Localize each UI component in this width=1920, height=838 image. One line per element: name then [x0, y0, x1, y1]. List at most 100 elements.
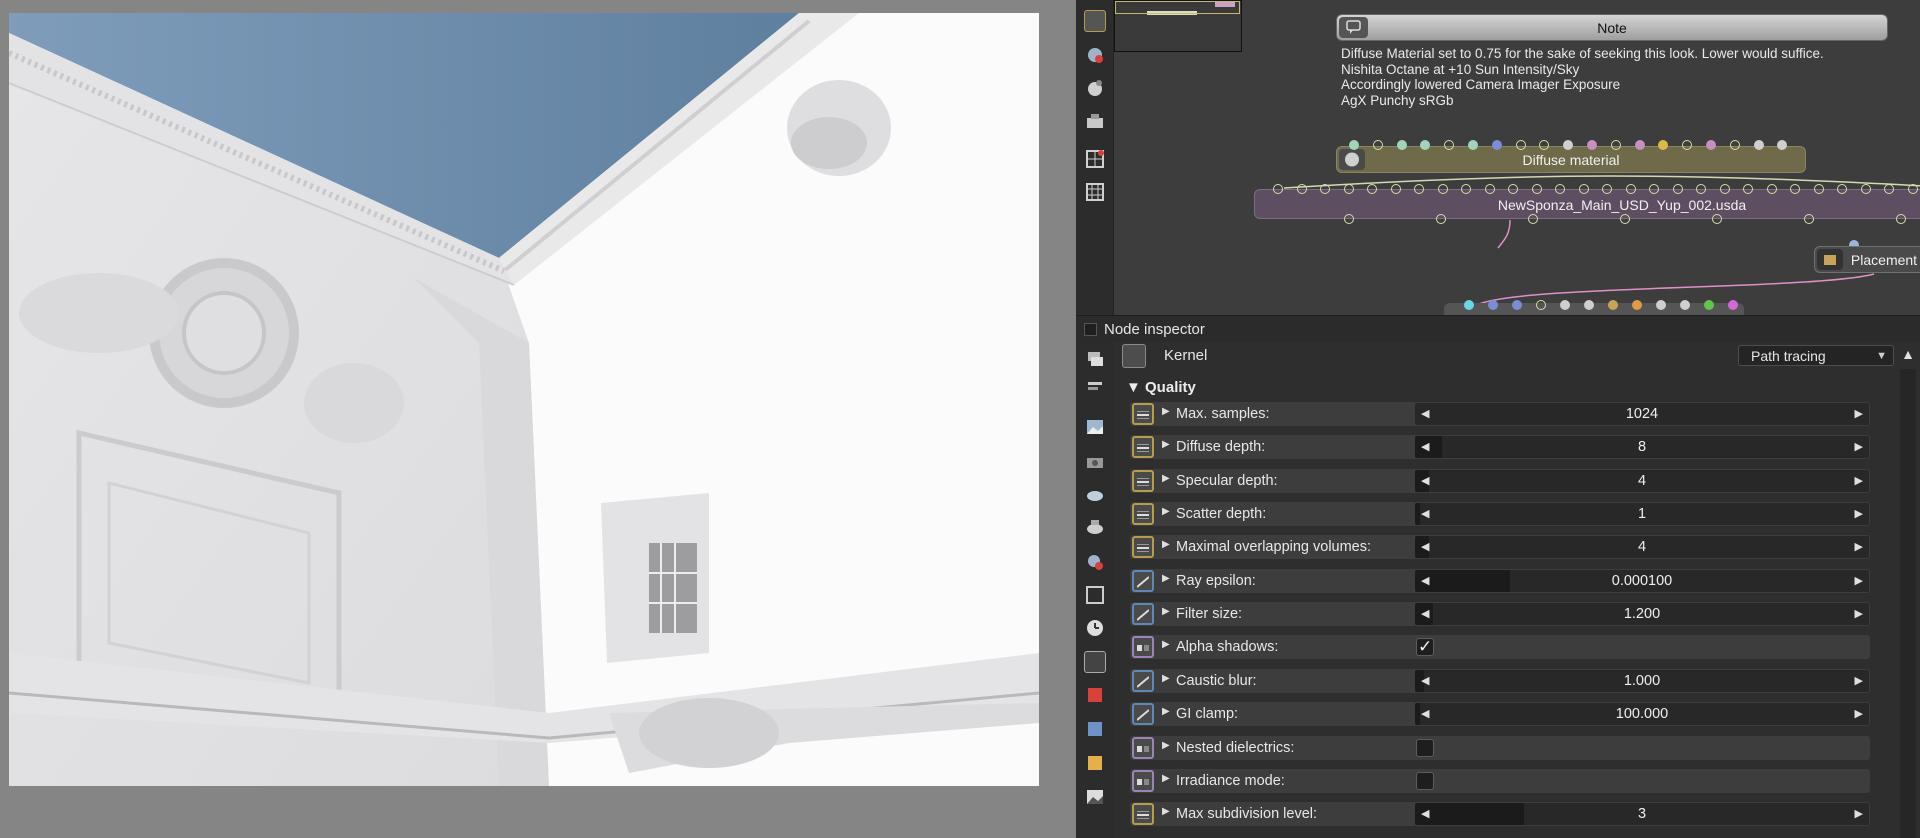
int-pin-icon[interactable]: [1132, 469, 1154, 492]
param-slider[interactable]: ◀ 1.000 ▶: [1415, 669, 1869, 692]
float-pin-icon[interactable]: [1132, 703, 1154, 726]
param-slider[interactable]: ◀ 4 ▶: [1415, 536, 1869, 559]
expand-arrow-icon[interactable]: ▶: [1162, 473, 1170, 484]
param-checkbox[interactable]: [1416, 738, 1434, 757]
expand-arrow-icon[interactable]: ▶: [1162, 740, 1170, 751]
list-icon[interactable]: [1084, 375, 1106, 397]
increment-arrow-icon[interactable]: ▶: [1855, 507, 1863, 520]
node-pin[interactable]: [1728, 300, 1738, 310]
float-pin-icon[interactable]: [1132, 669, 1154, 692]
increment-arrow-icon[interactable]: ▶: [1855, 807, 1863, 820]
int-pin-icon[interactable]: [1132, 536, 1154, 559]
float-pin-icon[interactable]: [1132, 603, 1154, 626]
yellow-cube-icon[interactable]: [1084, 752, 1106, 774]
increment-arrow-icon[interactable]: ▶: [1855, 607, 1863, 620]
param-value[interactable]: 8: [1415, 439, 1869, 455]
int-pin-icon[interactable]: [1132, 803, 1154, 826]
table-icon[interactable]: [1084, 181, 1106, 203]
param-slider[interactable]: ◀ 1024 ▶: [1415, 403, 1869, 425]
red-cube-icon[interactable]: [1084, 684, 1106, 706]
expand-arrow-icon[interactable]: ▶: [1162, 706, 1170, 717]
environment-icon[interactable]: [1084, 483, 1106, 505]
expand-arrow-icon[interactable]: ▶: [1162, 439, 1170, 450]
kernel-settings-icon[interactable]: [1084, 651, 1106, 673]
param-slider[interactable]: ◀ 1.200 ▶: [1415, 603, 1869, 626]
blue-cube-icon[interactable]: [1084, 718, 1106, 740]
node-pin[interactable]: [1464, 300, 1474, 310]
expand-arrow-icon[interactable]: ▶: [1162, 506, 1170, 517]
param-slider[interactable]: ◀ 0.000100 ▶: [1415, 569, 1869, 592]
grid-icon[interactable]: [1084, 148, 1106, 170]
float-pin-icon[interactable]: [1132, 569, 1154, 592]
param-slider[interactable]: ◀ 3 ▶: [1415, 803, 1869, 826]
param-checkbox[interactable]: [1416, 771, 1434, 790]
param-value[interactable]: 4: [1415, 473, 1869, 489]
placement-node[interactable]: Placement: [1814, 246, 1920, 273]
expand-arrow-icon[interactable]: ▶: [1162, 673, 1170, 684]
expand-arrow-icon[interactable]: ▶: [1162, 806, 1170, 817]
image-icon[interactable]: [1084, 416, 1106, 438]
param-value[interactable]: 1.000: [1415, 673, 1869, 689]
increment-arrow-icon[interactable]: ▶: [1855, 707, 1863, 720]
increment-arrow-icon[interactable]: ▶: [1855, 440, 1863, 453]
param-value[interactable]: 1: [1415, 506, 1869, 522]
param-value[interactable]: 1024: [1415, 406, 1869, 422]
node-graph-canvas[interactable]: Note Diffuse Material set to 0.75 for th…: [1114, 0, 1920, 315]
texture-icon[interactable]: [1084, 77, 1106, 99]
expand-arrow-icon[interactable]: ▶: [1162, 539, 1170, 550]
scroll-up-arrow-icon[interactable]: ▲: [1900, 346, 1916, 366]
node-pin[interactable]: [1584, 300, 1594, 310]
quality-section-header[interactable]: ▼ Quality: [1126, 379, 1196, 396]
imager-icon[interactable]: [1084, 516, 1106, 538]
int-pin-icon[interactable]: [1132, 503, 1154, 526]
node-pin[interactable]: [1488, 300, 1498, 310]
param-checkbox[interactable]: ✓: [1416, 637, 1434, 657]
expand-arrow-icon[interactable]: ▶: [1162, 606, 1170, 617]
node-pin[interactable]: [1656, 300, 1666, 310]
scrollbar[interactable]: [1900, 369, 1916, 838]
increment-arrow-icon[interactable]: ▶: [1855, 540, 1863, 553]
int-pin-icon[interactable]: [1132, 403, 1154, 425]
node-pin[interactable]: [1632, 300, 1642, 310]
graph-icon[interactable]: [1084, 10, 1106, 32]
param-value[interactable]: 1.200: [1415, 606, 1869, 622]
param-value[interactable]: 3: [1415, 806, 1869, 822]
bool-pin-icon[interactable]: [1132, 636, 1154, 659]
param-slider[interactable]: ◀ 4 ▶: [1415, 469, 1869, 492]
increment-arrow-icon[interactable]: ▶: [1855, 407, 1863, 420]
param-slider[interactable]: ◀ 1 ▶: [1415, 503, 1869, 526]
node-pin[interactable]: [1704, 300, 1714, 310]
kernel-type-select[interactable]: Path tracing ▼: [1738, 345, 1894, 366]
inspector-toggle-checkbox[interactable]: [1084, 323, 1097, 336]
node-pin[interactable]: [1608, 300, 1618, 310]
material-ball-red-icon[interactable]: [1084, 550, 1106, 572]
bool-pin-icon[interactable]: [1132, 769, 1154, 792]
increment-arrow-icon[interactable]: ▶: [1855, 574, 1863, 587]
clock-icon[interactable]: [1084, 617, 1106, 639]
param-value[interactable]: 0.000100: [1415, 573, 1869, 589]
param-value[interactable]: 100.000: [1415, 706, 1869, 722]
picture-icon[interactable]: [1084, 786, 1106, 808]
kernel-icon[interactable]: [1122, 344, 1146, 368]
node-pin[interactable]: [1560, 300, 1570, 310]
material-icon[interactable]: [1084, 43, 1106, 65]
node-pin[interactable]: [1680, 300, 1690, 310]
increment-arrow-icon[interactable]: ▶: [1855, 474, 1863, 487]
camera-icon[interactable]: [1084, 110, 1106, 132]
bool-pin-icon[interactable]: [1132, 736, 1154, 759]
frame-icon[interactable]: [1084, 584, 1106, 606]
node-pin[interactable]: [1536, 300, 1546, 310]
expand-arrow-icon[interactable]: ▶: [1162, 639, 1170, 650]
param-slider[interactable]: ◀ 8 ▶: [1415, 436, 1869, 459]
increment-arrow-icon[interactable]: ▶: [1855, 674, 1863, 687]
int-pin-icon[interactable]: [1132, 436, 1154, 459]
render-viewport[interactable]: [0, 0, 1076, 838]
expand-arrow-icon[interactable]: ▶: [1162, 773, 1170, 784]
camera-settings-icon[interactable]: [1084, 450, 1106, 472]
layers-icon[interactable]: [1084, 348, 1106, 370]
param-value[interactable]: 4: [1415, 539, 1869, 555]
node-pin[interactable]: [1512, 300, 1522, 310]
param-slider[interactable]: ◀ 100.000 ▶: [1415, 703, 1869, 726]
expand-arrow-icon[interactable]: ▶: [1162, 573, 1170, 584]
expand-arrow-icon[interactable]: ▶: [1162, 406, 1170, 417]
